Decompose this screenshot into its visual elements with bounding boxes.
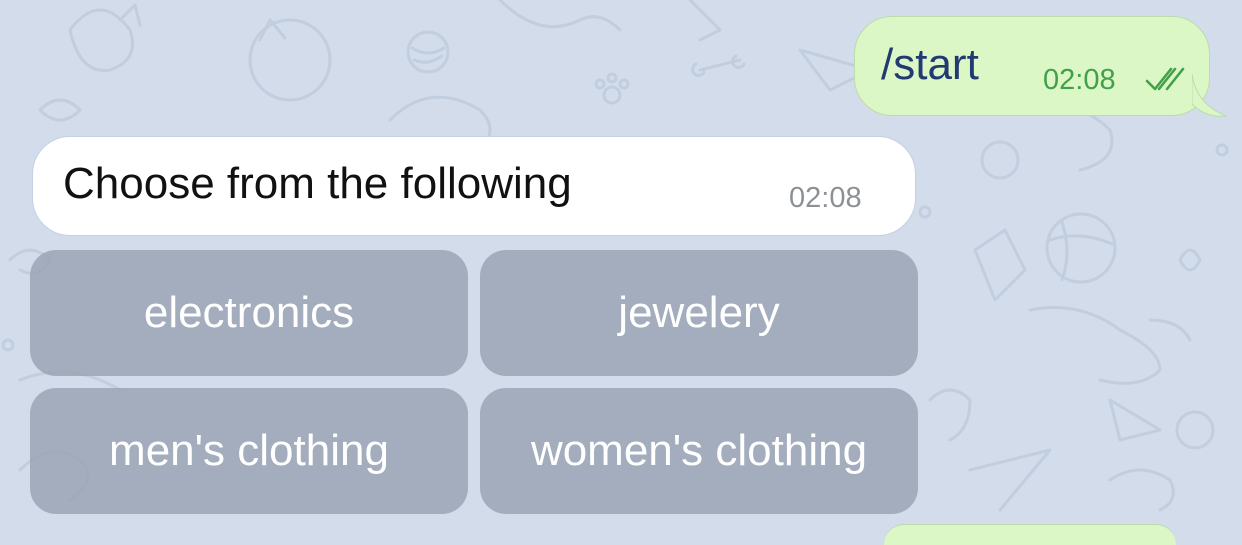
keyboard-button-jewelery[interactable]: jewelery bbox=[480, 250, 918, 376]
outgoing-bubble-tail bbox=[1192, 74, 1227, 117]
incoming-message-bubble[interactable]: Choose from the following 02:08 bbox=[32, 136, 916, 236]
keyboard-button-label: women's clothing bbox=[530, 426, 868, 475]
next-outgoing-bubble-edge bbox=[884, 524, 1176, 545]
keyboard-button-label: electronics bbox=[143, 288, 355, 337]
keyboard-button-label: men's clothing bbox=[109, 426, 389, 475]
incoming-message-text: Choose from the following bbox=[63, 159, 572, 208]
keyboard-button-mens-clothing[interactable]: men's clothing bbox=[30, 388, 468, 514]
keyboard-button-womens-clothing[interactable]: women's clothing bbox=[480, 388, 918, 514]
outgoing-message-time: 02:08 bbox=[1043, 64, 1116, 96]
outgoing-message-bubble[interactable]: /start 02:08 bbox=[854, 16, 1210, 116]
keyboard-button-label: jewelery bbox=[618, 288, 780, 337]
double-check-icon bbox=[1145, 67, 1185, 91]
outgoing-message-text: /start bbox=[881, 40, 979, 89]
keyboard-button-electronics[interactable]: electronics bbox=[30, 250, 468, 376]
incoming-message-time: 02:08 bbox=[789, 182, 862, 214]
